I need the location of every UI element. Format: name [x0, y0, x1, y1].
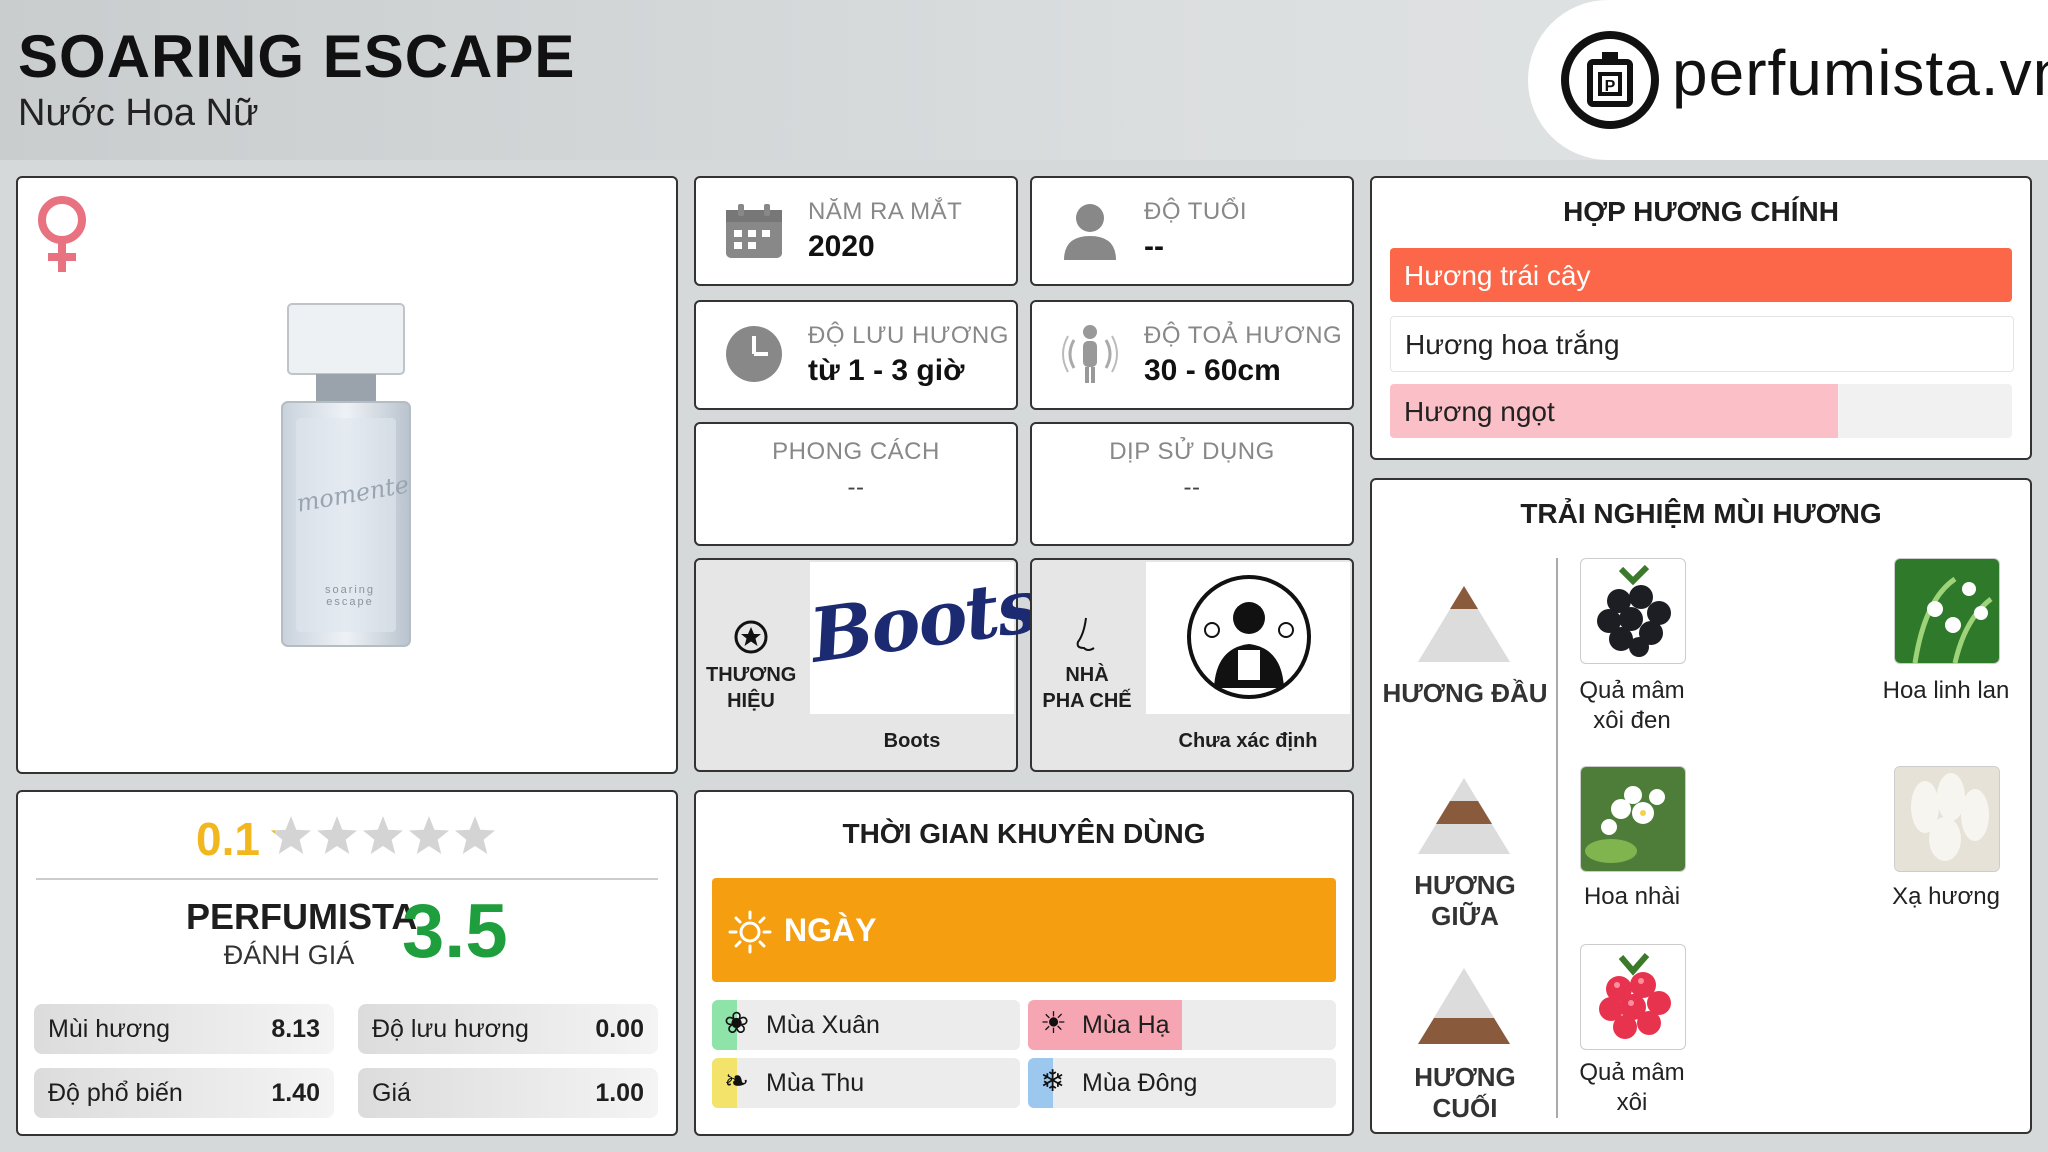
stat-value: 1.40 — [271, 1079, 320, 1107]
stat-value: 1.00 — [595, 1079, 644, 1107]
calendar-icon — [724, 202, 784, 260]
star-icon[interactable] — [271, 816, 311, 854]
note-image-musk[interactable] — [1894, 766, 2000, 872]
snowflake-icon: ❄ — [1040, 1064, 1066, 1099]
accord-bar[interactable]: Hương trái cây — [1390, 248, 2012, 302]
notes-divider — [1556, 558, 1558, 1118]
occasion-label: DỊP SỬ DỤNG — [1109, 438, 1275, 465]
note-image-blackberry[interactable] — [1580, 558, 1686, 664]
season-bar: ❄ Mùa Đông — [1028, 1058, 1336, 1108]
stat-longevity: Độ lưu hương 0.00 — [358, 1004, 658, 1054]
perfumista-sublabel: ĐÁNH GIÁ — [223, 940, 355, 970]
top-notes-pyramid-icon — [1416, 584, 1512, 664]
stat-value: 8.13 — [271, 1015, 320, 1043]
perfumer-name: Chưa xác định — [1178, 730, 1318, 752]
note-name-musk: Xạ hương — [1892, 883, 2000, 910]
style-label: PHONG CÁCH — [772, 438, 940, 465]
perfumista-score: 3.5 — [402, 889, 508, 974]
season-bar: ❀ Mùa Xuân — [712, 1000, 1020, 1050]
accord-bar[interactable]: Hương hoa trắng — [1390, 316, 2014, 372]
user-icon — [1060, 200, 1120, 262]
season-label: Mùa Hạ — [1082, 1011, 1170, 1039]
brand-label: THƯƠNG HIỆU — [706, 664, 797, 712]
brand-name: Boots — [883, 730, 941, 752]
season-bar: ☀ Mùa Hạ — [1028, 1000, 1336, 1050]
season-bar: ❧ Mùa Thu — [712, 1058, 1020, 1108]
season-label: Mùa Thu — [766, 1069, 865, 1097]
season-label: Mùa Xuân — [766, 1011, 880, 1039]
star-icon[interactable] — [363, 816, 403, 854]
note-image-lily-of-the-valley[interactable] — [1894, 558, 2000, 664]
perfume-bottle-logo-icon: P — [1560, 30, 1660, 130]
stat-label: Giá — [372, 1079, 411, 1107]
occasion-value: -- — [1183, 474, 1201, 501]
middle-notes-pyramid-icon — [1416, 776, 1512, 856]
style-value: -- — [847, 474, 865, 501]
release-year-label: NĂM RA MẮT — [808, 198, 963, 225]
star-icon[interactable] — [317, 816, 357, 854]
base-notes-label: HƯƠNG CUỐI — [1414, 1062, 1516, 1123]
main-accords-title: HỢP HƯƠNG CHÍNH — [1563, 196, 1839, 227]
site-logo-text[interactable]: perfumista.vn — [1672, 36, 2048, 110]
stat-price: Giá 1.00 — [358, 1068, 658, 1118]
perfume-title: SOARING ESCAPE — [18, 23, 576, 90]
clock-icon — [724, 324, 784, 384]
note-image-raspberry[interactable] — [1580, 944, 1686, 1050]
accord-label: Hương trái cây — [1404, 260, 1591, 291]
star-icon[interactable] — [455, 816, 495, 854]
note-name-blackberry: Quả mâm xôi đen — [1579, 677, 1685, 734]
sun-icon — [728, 910, 772, 954]
leaf-icon: ❧ — [724, 1064, 750, 1099]
day-label: NGÀY — [784, 912, 877, 948]
age-label: ĐỘ TUỔI — [1144, 198, 1248, 225]
flower-icon: ❀ — [724, 1006, 750, 1041]
bottle-label: soaring escape — [324, 584, 376, 608]
middle-notes-label: HƯƠNG GIỮA — [1414, 870, 1516, 931]
stat-label: Mùi hương — [48, 1015, 171, 1043]
longevity-label: ĐỘ LƯU HƯƠNG — [808, 322, 1009, 349]
perfumer-label: NHÀ PHA CHẾ — [1042, 664, 1132, 712]
stat-label: Độ lưu hương — [372, 1015, 529, 1043]
stat-scent: Mùi hương 8.13 — [34, 1004, 334, 1054]
accord-label: Hương hoa trắng — [1405, 329, 1620, 360]
recommended-time-title: THỜI GIAN KHUYÊN DÙNG — [842, 818, 1206, 849]
perfumer-avatar-icon — [1186, 574, 1312, 700]
star-icon[interactable] — [409, 816, 449, 854]
sillage-person-icon — [1060, 322, 1120, 386]
perfume-subtitle: Nước Hoa Nữ — [18, 92, 259, 134]
base-notes-pyramid-icon — [1416, 966, 1512, 1046]
accord-label: Hương ngọt — [1404, 396, 1555, 427]
longevity-value: từ 1 - 3 giờ — [808, 354, 965, 387]
user-rating-score: 0.1 — [196, 813, 260, 865]
sillage-value: 30 - 60cm — [1144, 354, 1281, 387]
stat-label: Độ phổ biến — [48, 1079, 183, 1107]
release-year-value: 2020 — [808, 230, 875, 263]
note-name-raspberry: Quả mâm xôi — [1579, 1059, 1685, 1116]
note-image-jasmine[interactable] — [1580, 766, 1686, 872]
nose-icon — [1072, 616, 1102, 656]
note-name-jasmine: Hoa nhài — [1583, 883, 1681, 910]
age-value: -- — [1144, 230, 1164, 263]
perfumista-label: PERFUMISTA — [186, 896, 418, 937]
sillage-label: ĐỘ TOẢ HƯƠNG — [1144, 322, 1343, 349]
accord-bar[interactable]: Hương ngọt — [1390, 384, 2012, 438]
svg-text:P: P — [1605, 78, 1616, 95]
star-badge-icon — [734, 620, 768, 654]
sun-dark-icon: ☀ — [1040, 1006, 1067, 1041]
scent-experience-title: TRẢI NGHIỆM MÙI HƯƠNG — [1520, 498, 1882, 529]
star-rating[interactable] — [268, 814, 504, 860]
note-name-lily-of-the-valley: Hoa linh lan — [1882, 677, 2010, 704]
female-icon — [34, 194, 90, 276]
top-notes-label: HƯƠNG ĐẦU — [1382, 678, 1548, 708]
rating-divider — [36, 878, 658, 880]
stat-value: 0.00 — [595, 1015, 644, 1043]
season-label: Mùa Đông — [1082, 1069, 1198, 1097]
stat-popularity: Độ phổ biến 1.40 — [34, 1068, 334, 1118]
